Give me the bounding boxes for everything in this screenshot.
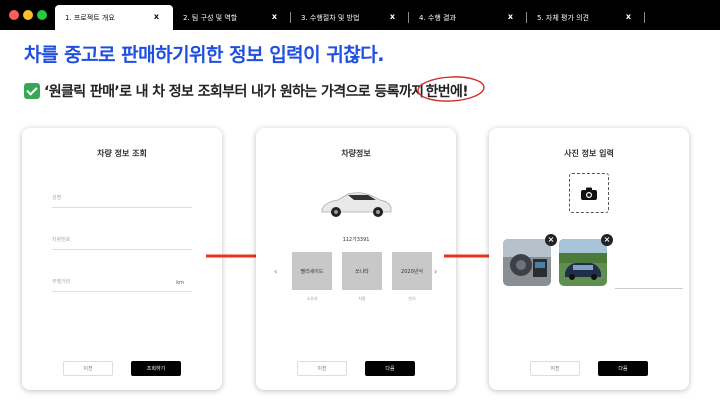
window-maximize-dot[interactable] xyxy=(37,10,47,20)
vehicle-lookup-screen: 차량 정보 조회 성명 차량번호 주행거리 km 이전 조회하기 xyxy=(22,128,222,390)
camera-icon xyxy=(581,187,597,200)
button-row: 이전 조회하기 xyxy=(22,361,222,376)
tab-results[interactable]: 4. 수행 결과 x xyxy=(409,5,527,30)
prev-button[interactable]: 이전 xyxy=(530,361,580,376)
field-placeholder: 성명 xyxy=(52,195,62,201)
tab-team-roles[interactable]: 2. 팀 구성 및 역할 x xyxy=(173,5,291,30)
tab-close-icon[interactable]: x xyxy=(626,12,631,21)
tab-self-evaluation[interactable]: 5. 자체 평가 의견 x xyxy=(527,5,645,30)
tab-close-icon[interactable]: x xyxy=(154,12,159,21)
tab-close-icon[interactable]: x xyxy=(272,12,277,21)
photo-strip-divider xyxy=(615,288,683,289)
uploaded-photo-exterior[interactable] xyxy=(559,239,607,286)
tab-close-icon[interactable]: x xyxy=(390,12,395,21)
remove-photo-icon[interactable]: × xyxy=(601,234,613,246)
button-row: 이전 다음 xyxy=(489,361,689,376)
window-close-dot[interactable] xyxy=(9,10,19,20)
field-placeholder: 차량번호 xyxy=(52,237,71,243)
info-option-model[interactable]: 쏘나타 xyxy=(342,252,382,290)
photo-input-screen: 사진 정보 입력 × × 이전 다음 xyxy=(489,128,689,390)
screen-title: 사진 정보 입력 xyxy=(564,149,614,158)
next-button[interactable]: 다음 xyxy=(365,361,415,376)
field-placeholder: 주행거리 xyxy=(52,279,71,285)
tab-list: 1. 프로젝트 개요 x 2. 팀 구성 및 역할 x 3. 수행절차 및 방법… xyxy=(55,5,645,30)
tab-bar: 1. 프로젝트 개요 x 2. 팀 구성 및 역할 x 3. 수행절차 및 방법… xyxy=(0,0,720,30)
plate-number: 112가3391 xyxy=(342,237,370,243)
car-image xyxy=(321,192,392,217)
tab-label: 5. 자체 평가 의견 xyxy=(537,13,589,22)
car-exterior-image xyxy=(559,239,607,286)
tab-label: 3. 수행절차 및 방법 xyxy=(301,13,360,22)
info-option-year[interactable]: 2020년식 xyxy=(392,252,432,290)
info-option-owner[interactable]: 팰리세이드 xyxy=(292,252,332,290)
info-option-label: 소유자 xyxy=(306,296,318,301)
uploaded-photo-interior[interactable] xyxy=(503,239,551,286)
info-option-label: 차종 xyxy=(358,296,366,301)
window-controls xyxy=(9,10,47,20)
tab-label: 4. 수행 결과 xyxy=(419,13,456,22)
screen-title: 차량 정보 조회 xyxy=(97,149,147,158)
mileage-input[interactable]: 주행거리 km xyxy=(52,278,192,292)
button-row: 이전 다음 xyxy=(256,361,456,376)
vehicle-info-carousel: ‹ 팰리세이드 소유자 쏘나타 차종 2020년식 연식 › xyxy=(256,252,456,312)
prev-button[interactable]: 이전 xyxy=(297,361,347,376)
info-option-label: 연식 xyxy=(408,296,416,301)
car-interior-image xyxy=(503,239,551,286)
add-photo-button[interactable] xyxy=(569,173,609,213)
red-circle-annotation xyxy=(417,76,486,102)
page-headline: 차를 중고로 판매하기위한 정보 입력이 귀찮다. xyxy=(24,44,384,66)
chevron-left-icon[interactable]: ‹ xyxy=(274,267,277,276)
name-input[interactable]: 성명 xyxy=(52,194,192,208)
window-minimize-dot[interactable] xyxy=(23,10,33,20)
next-button[interactable]: 다음 xyxy=(598,361,648,376)
lookup-button[interactable]: 조회하기 xyxy=(131,361,181,376)
tab-procedure-method[interactable]: 3. 수행절차 및 방법 x xyxy=(291,5,409,30)
circled-emphasis: 한번에! xyxy=(417,76,486,102)
check-mark-icon xyxy=(24,83,40,99)
subheadline-text: ‘원클릭 판매’로 내 차 정보 조회부터 내가 원하는 가격으로 등록까지 xyxy=(44,84,424,100)
page-subheadline: ‘원클릭 판매’로 내 차 정보 조회부터 내가 원하는 가격으로 등록까지 한… xyxy=(24,76,486,102)
prev-button[interactable]: 이전 xyxy=(63,361,113,376)
tab-project-overview[interactable]: 1. 프로젝트 개요 x xyxy=(55,5,173,30)
plate-number-input[interactable]: 차량번호 xyxy=(52,236,192,250)
tab-close-icon[interactable]: x xyxy=(508,12,513,21)
tab-label: 1. 프로젝트 개요 xyxy=(65,13,115,22)
tab-label: 2. 팀 구성 및 역할 xyxy=(183,13,238,22)
chevron-right-icon[interactable]: › xyxy=(434,267,437,276)
unit-label: km xyxy=(176,280,184,286)
screen-title: 차량정보 xyxy=(341,149,371,158)
tab-divider xyxy=(644,12,645,23)
remove-photo-icon[interactable]: × xyxy=(545,234,557,246)
vehicle-info-screen: 차량정보 112가3391 ‹ 팰리세이드 소유자 쏘나타 차종 2020년식 … xyxy=(256,128,456,390)
